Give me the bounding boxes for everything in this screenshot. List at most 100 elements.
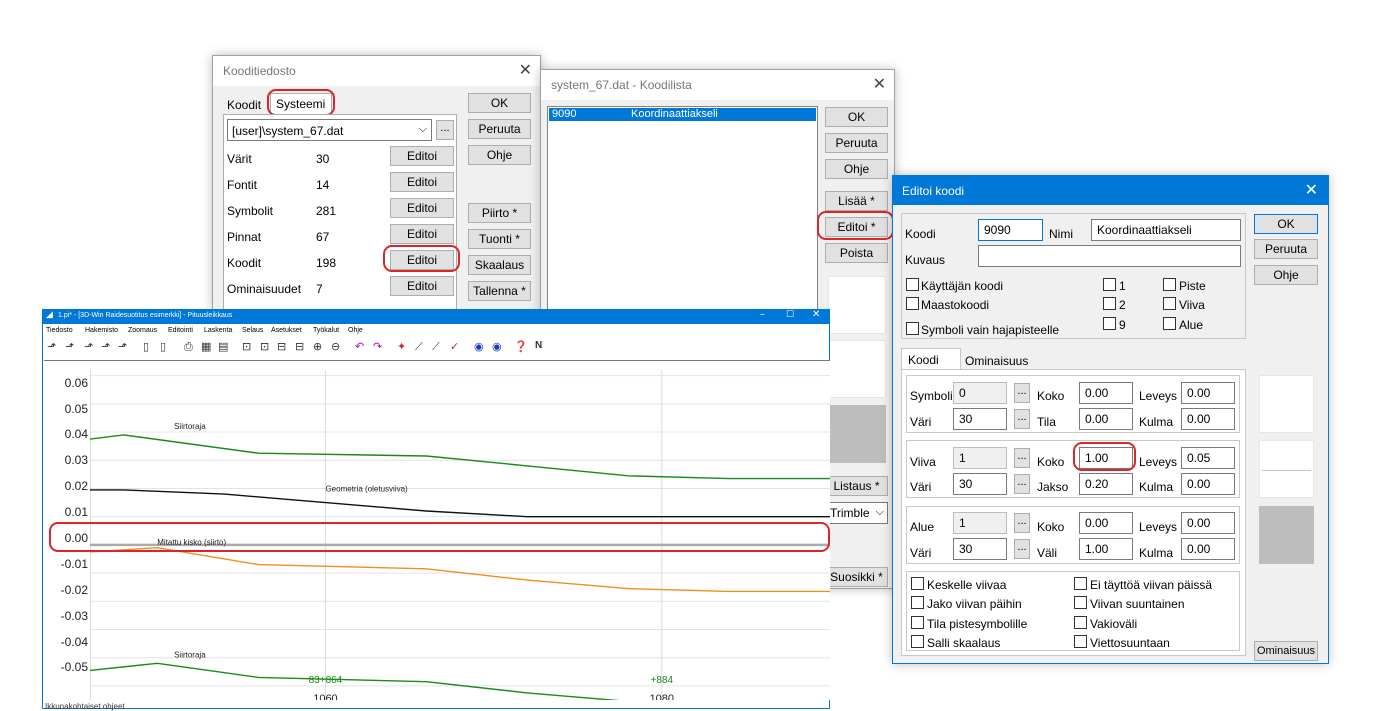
peruuta-button[interactable]: Peruuta — [1254, 239, 1318, 259]
viiva-browse-button[interactable]: ... — [1014, 448, 1030, 468]
viettosuuntaan-checkbox[interactable] — [1074, 635, 1087, 648]
toolbar-icon-6[interactable]: ▯ — [143, 340, 149, 353]
zoom-in-icon[interactable]: ⊕ — [313, 340, 322, 353]
keskelle-viivaa-checkbox[interactable] — [911, 577, 924, 590]
menu-editointi[interactable]: Editointi — [168, 327, 193, 334]
peruuta-button[interactable]: Peruuta — [468, 119, 531, 139]
symboli-vain-checkbox[interactable] — [906, 322, 919, 335]
tab-koodi[interactable]: Koodi — [901, 348, 961, 370]
symboli-vari-field[interactable]: 30 — [953, 408, 1007, 430]
tab-ominaisuus[interactable]: Ominaisuus — [965, 354, 1028, 368]
help-icon[interactable]: ❓ — [514, 340, 528, 353]
symboli-leveys-field[interactable]: 0.00 — [1181, 382, 1235, 404]
ok-button[interactable]: OK — [1254, 214, 1318, 234]
viiva-vari-browse-button[interactable]: ... — [1014, 474, 1030, 494]
check-1[interactable] — [1103, 278, 1116, 291]
close-icon[interactable]: ✕ — [873, 74, 886, 93]
menu-laskenta[interactable]: Laskenta — [204, 327, 232, 334]
symboli-field[interactable]: 0 — [953, 382, 1007, 404]
zoom-icon-4[interactable]: ⊟ — [295, 340, 304, 353]
redo-icon[interactable]: ↷ — [373, 340, 382, 353]
ei-tayttoa-checkbox[interactable] — [1074, 577, 1087, 590]
file-select[interactable]: [user]\system_67.dat ⌵ — [227, 119, 432, 141]
toolbar-icon-point[interactable]: ✦ — [397, 340, 406, 353]
lisaa-button[interactable]: Lisää * — [825, 191, 888, 211]
nav-back-icon[interactable]: ◉ — [474, 340, 484, 353]
symboli-koko-field[interactable]: 0.00 — [1079, 382, 1133, 404]
toolbar-icon-7[interactable]: ▯ — [160, 340, 166, 353]
piirto-button[interactable]: Piirto * — [468, 203, 531, 223]
zoom-icon-1[interactable]: ⊡ — [242, 340, 251, 353]
maastokoodi-checkbox[interactable] — [906, 297, 919, 310]
print-icon[interactable]: ⎙ — [184, 340, 193, 354]
koodi-field[interactable]: 9090 — [978, 219, 1043, 241]
toolbar-icon-3[interactable]: ⬏ — [84, 340, 93, 353]
check-9[interactable] — [1103, 317, 1116, 330]
toolbar-icon-1[interactable]: ⬏ — [47, 340, 56, 353]
symboli-vari-browse-button[interactable]: ... — [1014, 409, 1030, 429]
salli-skaalaus-checkbox[interactable] — [911, 635, 924, 648]
tila-pistesymbolille-checkbox[interactable] — [911, 616, 924, 629]
toolbar-icon-4[interactable]: ⬏ — [101, 340, 110, 353]
editoi-fontit-button[interactable]: Editoi — [390, 172, 454, 192]
toolbar-icon-line[interactable]: ⟋ — [415, 340, 423, 354]
save-icon[interactable]: ▤ — [218, 340, 228, 353]
peruuta-button[interactable]: Peruuta — [825, 133, 888, 153]
editoi-symbolit-button[interactable]: Editoi — [390, 198, 454, 218]
viiva-leveys-field[interactable]: 0.05 — [1181, 447, 1235, 469]
zoom-icon-2[interactable]: ⊡ — [260, 340, 269, 353]
poista-button[interactable]: Poista — [825, 243, 888, 263]
tab-koodit[interactable]: Koodit — [227, 98, 261, 112]
toolbar-icon-check[interactable]: ✓ — [450, 340, 459, 353]
minimize-icon[interactable]: – — [760, 309, 765, 320]
menu-selaus[interactable]: Selaus — [242, 327, 263, 334]
alue-field[interactable]: 1 — [953, 512, 1007, 534]
symboli-tila-field[interactable]: 0.00 — [1079, 408, 1133, 430]
kayttajan-koodi-checkbox[interactable] — [906, 278, 919, 291]
menu-tyokalut[interactable]: Työkalut — [313, 327, 339, 334]
viiva-checkbox[interactable] — [1163, 297, 1176, 310]
menu-zoomaus[interactable]: Zoomaus — [128, 327, 157, 334]
piste-checkbox[interactable] — [1163, 278, 1176, 291]
viivan-suuntainen-checkbox[interactable] — [1074, 596, 1087, 609]
alue-checkbox[interactable] — [1163, 317, 1176, 330]
toolbar-icon-5[interactable]: ⬏ — [118, 340, 127, 353]
menu-hakemisto[interactable]: Hakemisto — [85, 327, 118, 334]
editoi-pinnat-button[interactable]: Editoi — [390, 224, 454, 244]
tuonti-button[interactable]: Tuonti * — [468, 229, 531, 249]
editoi-varit-button[interactable]: Editoi — [390, 146, 454, 166]
check-2[interactable] — [1103, 297, 1116, 310]
menu-ohje[interactable]: Ohje — [348, 327, 363, 334]
alue-vari-browse-button[interactable]: ... — [1014, 539, 1030, 559]
close-icon[interactable]: ✕ — [519, 60, 532, 79]
browse-button[interactable]: ... — [436, 120, 454, 140]
menu-tiedosto[interactable]: Tiedosto — [46, 327, 73, 334]
symboli-browse-button[interactable]: ... — [1014, 383, 1030, 403]
editoi-ominaisuudet-button[interactable]: Editoi — [390, 276, 454, 296]
ohje-button[interactable]: Ohje — [825, 159, 888, 179]
viiva-jakso-field[interactable]: 0.20 — [1079, 473, 1133, 495]
nimi-field[interactable]: Koordinaattiakseli — [1091, 219, 1241, 241]
close-icon[interactable]: ✕ — [812, 309, 820, 320]
toolbar-icon-9[interactable]: ▦ — [201, 340, 211, 353]
vakiovali-checkbox[interactable] — [1074, 616, 1087, 629]
nav-forward-icon[interactable]: ◉ — [492, 340, 502, 353]
viiva-field[interactable]: 1 — [953, 447, 1007, 469]
zoom-out-icon[interactable]: ⊖ — [331, 340, 340, 353]
alue-vali-field[interactable]: 1.00 — [1079, 538, 1133, 560]
jako-viivan-checkbox[interactable] — [911, 596, 924, 609]
maximize-icon[interactable]: ☐ — [786, 310, 794, 320]
viiva-kulma-field[interactable]: 0.00 — [1181, 473, 1235, 495]
ohje-button[interactable]: Ohje — [468, 145, 531, 165]
ohje-button[interactable]: Ohje — [1254, 265, 1318, 285]
undo-icon[interactable]: ↶ — [355, 340, 364, 353]
toolbar-icon-measure[interactable]: ⟋ — [432, 340, 440, 354]
ominaisuus-button[interactable]: Ominaisuus — [1254, 641, 1318, 661]
tallenna-button[interactable]: Tallenna * — [468, 281, 531, 301]
alue-browse-button[interactable]: ... — [1014, 513, 1030, 533]
trimble-select[interactable]: Trimble ⌵ — [825, 502, 888, 524]
alue-vari-field[interactable]: 30 — [953, 538, 1007, 560]
kuvaus-field[interactable] — [978, 245, 1241, 267]
alue-koko-field[interactable]: 0.00 — [1079, 512, 1133, 534]
alue-leveys-field[interactable]: 0.00 — [1181, 512, 1235, 534]
